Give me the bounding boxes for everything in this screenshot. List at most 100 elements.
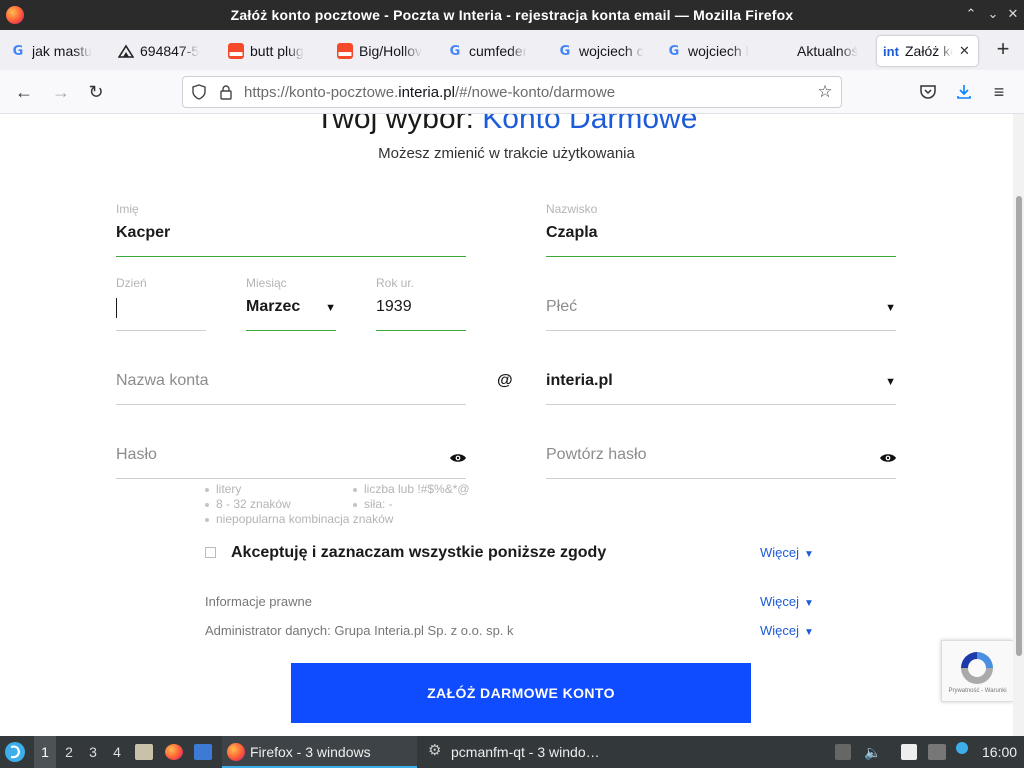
domain-value[interactable]: interia.pl bbox=[546, 372, 613, 390]
field-underline bbox=[546, 478, 896, 479]
birth-day-label: Dzień bbox=[116, 276, 147, 290]
forward-button[interactable]: → bbox=[50, 81, 72, 103]
task-pcmanfm[interactable]: ⚙ pcmanfm-qt - 3 windo… bbox=[423, 736, 623, 768]
lock-icon[interactable] bbox=[218, 84, 234, 100]
account-name-field[interactable]: Nazwa konta bbox=[116, 350, 466, 406]
page-subtitle: Możesz zmienić w trakcie użytkowania bbox=[378, 145, 635, 162]
recaptcha-icon bbox=[961, 652, 993, 684]
first-name-label: Imię bbox=[116, 202, 139, 216]
chevron-down-icon: ▼ bbox=[804, 549, 814, 560]
accept-all-label[interactable]: Akceptuję i zaznaczam wszystkie poniższe… bbox=[231, 544, 606, 562]
first-name-input[interactable]: Kacper bbox=[116, 224, 170, 242]
repeat-password-field[interactable]: Powtórz hasło bbox=[546, 424, 896, 480]
hint-item: liczba lub !#$%&*@ bbox=[353, 482, 470, 497]
tab-1[interactable]: G jak mastu bbox=[10, 36, 102, 66]
tab-2[interactable]: 694847-5 bbox=[118, 36, 210, 66]
dropdown-arrow-icon[interactable]: ▼ bbox=[325, 302, 336, 314]
maximize-button[interactable]: ⌄ bbox=[984, 5, 1002, 23]
last-name-field[interactable]: Nazwisko Czapla bbox=[546, 202, 896, 258]
downloads-icon[interactable] bbox=[953, 81, 975, 103]
google-icon: G bbox=[668, 43, 680, 59]
pocket-icon[interactable] bbox=[917, 81, 939, 103]
last-name-label: Nazwisko bbox=[546, 202, 598, 216]
field-underline bbox=[116, 404, 466, 405]
at-sign: @ bbox=[497, 372, 513, 389]
dropdown-arrow-icon[interactable]: ▼ bbox=[885, 302, 896, 314]
more-admin-link[interactable]: Więcej ▼ bbox=[760, 623, 814, 638]
tab-active[interactable]: int Załóż ko ✕ bbox=[877, 36, 978, 66]
recaptcha-badge[interactable]: Prywatność - Warunki bbox=[941, 640, 1013, 702]
workspace-3[interactable]: 3 bbox=[82, 736, 104, 768]
hint-item: siła: - bbox=[353, 497, 470, 512]
chevron-down-icon: ▼ bbox=[804, 598, 814, 609]
url-text[interactable]: https://konto-pocztowe.interia.pl/#/nowe… bbox=[244, 84, 615, 101]
start-menu-icon[interactable] bbox=[4, 736, 30, 768]
field-underline bbox=[546, 256, 896, 257]
more-consents-link[interactable]: Więcej ▼ bbox=[760, 545, 814, 560]
field-underline bbox=[376, 330, 466, 331]
desktop-launcher-icon[interactable] bbox=[194, 744, 212, 760]
account-name-input[interactable]: Nazwa konta bbox=[116, 372, 209, 390]
task-firefox[interactable]: Firefox - 3 windows bbox=[222, 736, 417, 768]
tab-label: cumfeder bbox=[469, 43, 528, 59]
menu-icon[interactable]: ≡ bbox=[988, 81, 1010, 103]
tray-clipboard-icon[interactable] bbox=[835, 744, 851, 760]
firefox-icon bbox=[227, 743, 245, 761]
field-underline bbox=[546, 404, 896, 405]
first-name-field[interactable]: Imię Kacper bbox=[116, 202, 466, 258]
birth-day-field[interactable]: Dzień bbox=[116, 276, 206, 332]
field-underline bbox=[116, 478, 466, 479]
birth-year-label: Rok ur. bbox=[376, 276, 415, 290]
tab-4[interactable]: ▬ Big/Hollov bbox=[337, 36, 429, 66]
birth-month-label: Miesiąc bbox=[246, 276, 287, 290]
navigation-bar: ← → ↻ https://konto-pocztowe.interia.pl/… bbox=[0, 70, 1024, 114]
workspace-2[interactable]: 2 bbox=[58, 736, 80, 768]
show-password-icon[interactable] bbox=[880, 453, 896, 463]
back-button[interactable]: ← bbox=[13, 81, 35, 103]
network-icon[interactable] bbox=[928, 744, 946, 760]
tab-label: Aktualnoś bbox=[797, 43, 859, 59]
tab-3[interactable]: ▬ butt plug bbox=[228, 36, 320, 66]
more-legal-link[interactable]: Więcej ▼ bbox=[760, 594, 814, 609]
last-name-input[interactable]: Czapla bbox=[546, 224, 598, 242]
close-window-button[interactable]: ✕ bbox=[1004, 5, 1022, 23]
file-manager-launcher-icon[interactable] bbox=[135, 744, 153, 760]
minimize-button[interactable]: ⌃ bbox=[962, 5, 980, 23]
birth-month-value[interactable]: Marzec bbox=[246, 298, 300, 316]
domain-select[interactable]: interia.pl ▼ bbox=[546, 350, 896, 406]
close-tab-icon[interactable]: ✕ bbox=[959, 43, 970, 59]
tab-8[interactable]: Aktualnoś bbox=[797, 36, 867, 66]
workspace-1[interactable]: 1 bbox=[34, 736, 56, 768]
clock[interactable]: 16:00 bbox=[982, 736, 1017, 768]
gender-select[interactable]: Płeć ▼ bbox=[546, 276, 896, 332]
password-input[interactable]: Hasło bbox=[116, 446, 157, 464]
tab-6[interactable]: G wojciech c bbox=[557, 36, 649, 66]
accept-all-checkbox[interactable] bbox=[205, 547, 216, 558]
window-titlebar: Załóż konto pocztowe - Poczta w Interia … bbox=[0, 0, 1024, 30]
shield-icon[interactable] bbox=[191, 84, 207, 100]
scrollbar-thumb[interactable] bbox=[1016, 196, 1022, 656]
create-account-button[interactable]: ZAŁÓŻ DARMOWE KONTO bbox=[291, 663, 751, 723]
new-tab-button[interactable]: + bbox=[992, 38, 1014, 62]
firefox-launcher-icon[interactable] bbox=[165, 744, 183, 760]
url-bar[interactable]: https://konto-pocztowe.interia.pl/#/nowe… bbox=[182, 76, 842, 108]
birth-month-select[interactable]: Miesiąc Marzec ▼ bbox=[246, 276, 336, 332]
tab-7[interactable]: G wojciech l bbox=[666, 36, 758, 66]
tab-5[interactable]: G cumfeder bbox=[447, 36, 539, 66]
volume-icon[interactable]: 🔈 bbox=[863, 736, 883, 768]
taskbar: 1 2 3 4 Firefox - 3 windows ⚙ pcmanfm-qt… bbox=[0, 736, 1024, 768]
update-notification-icon[interactable] bbox=[956, 742, 968, 754]
page-scrollbar[interactable] bbox=[1013, 114, 1024, 736]
reload-button[interactable]: ↻ bbox=[85, 81, 107, 103]
show-password-icon[interactable] bbox=[450, 453, 466, 463]
birth-year-field[interactable]: Rok ur. 1939 bbox=[376, 276, 466, 332]
workspace-4[interactable]: 4 bbox=[106, 736, 128, 768]
field-underline bbox=[546, 330, 896, 331]
bookmark-star-icon[interactable]: ☆ bbox=[817, 83, 833, 100]
password-field[interactable]: Hasło bbox=[116, 424, 466, 480]
google-icon: G bbox=[449, 43, 461, 59]
birth-year-input[interactable]: 1939 bbox=[376, 298, 412, 316]
repeat-password-input[interactable]: Powtórz hasło bbox=[546, 446, 647, 464]
dropdown-arrow-icon[interactable]: ▼ bbox=[885, 376, 896, 388]
tray-notes-icon[interactable] bbox=[901, 744, 917, 760]
